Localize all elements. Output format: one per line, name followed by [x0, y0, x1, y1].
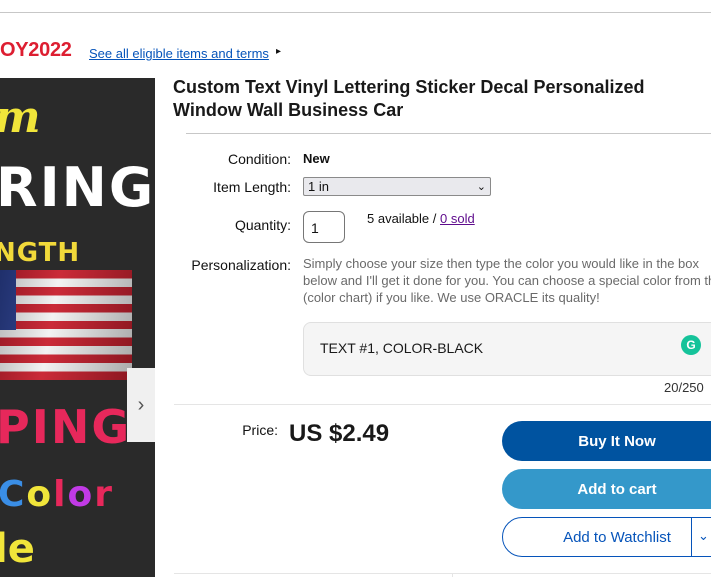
add-to-watchlist-button[interactable]: Add to Watchlist: [502, 517, 711, 557]
condition-label: Condition:: [227, 151, 291, 167]
personalization-instructions: Simply choose your size then type the co…: [303, 256, 711, 305]
personalization-textarea[interactable]: TEXT #1, COLOR-BLACK G: [303, 322, 711, 376]
item-length-select[interactable]: 1 in ⌄: [303, 177, 491, 196]
bottom-divider: [174, 573, 711, 574]
quantity-input[interactable]: 1: [303, 211, 345, 243]
top-divider: [0, 12, 711, 13]
image-text-letter: o: [67, 474, 95, 515]
item-length-label: Item Length:: [213, 179, 291, 195]
item-length-value: 1 in: [308, 179, 329, 194]
section-divider: [174, 404, 711, 405]
image-text-line: m: [0, 92, 41, 143]
us-flag-image: [0, 270, 132, 380]
image-text-line: le: [0, 526, 35, 572]
bottom-divider-tick: [452, 573, 453, 577]
grammarly-icon[interactable]: G: [681, 335, 701, 355]
quantity-label: Quantity:: [234, 217, 291, 233]
personalization-label: Personalization:: [191, 257, 291, 273]
buy-it-now-label: Buy It Now: [578, 432, 656, 450]
availability: 5 available / 0 sold: [367, 211, 475, 226]
watchlist-divider: [691, 518, 692, 556]
buy-it-now-button[interactable]: Buy It Now: [502, 421, 711, 461]
sold-count-link[interactable]: 0 sold: [440, 211, 475, 226]
condition-value: New: [303, 151, 330, 166]
add-to-cart-label: Add to cart: [577, 480, 657, 498]
available-count: 5 available /: [367, 211, 437, 226]
image-text-letter: C: [0, 474, 27, 515]
title-divider: [186, 133, 711, 134]
price-label: Price:: [242, 422, 278, 438]
promo-code: OY2022: [0, 39, 72, 61]
eligible-items-link[interactable]: See all eligible items and terms: [89, 46, 269, 61]
add-to-watchlist-label: Add to Watchlist: [563, 528, 671, 546]
add-to-cart-button[interactable]: Add to cart: [502, 469, 711, 509]
price-value: US $2.49: [289, 420, 390, 447]
image-text-line: Color: [0, 474, 114, 515]
listing-title: Custom Text Vinyl Lettering Sticker Deca…: [173, 77, 645, 120]
watchlist-dropdown-icon[interactable]: ⌄: [698, 528, 709, 544]
personalization-text: TEXT #1, COLOR-BLACK: [320, 340, 484, 356]
chevron-right-icon: ›: [137, 393, 145, 416]
chevron-down-icon: ⌄: [476, 181, 486, 193]
arrow-right-icon: ▸: [276, 46, 282, 57]
character-count: 20/250: [664, 380, 704, 395]
image-text-letter: o: [26, 474, 54, 515]
image-text-letter: l: [53, 474, 68, 515]
image-text-letter: r: [94, 474, 114, 515]
